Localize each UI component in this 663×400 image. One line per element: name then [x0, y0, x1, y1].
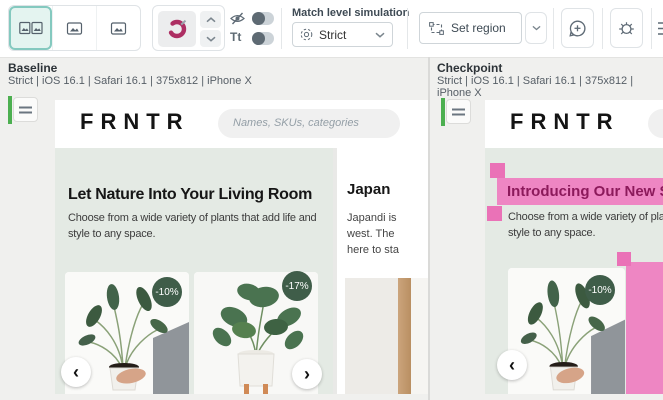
hero-body-line2: style to any space. — [68, 228, 155, 240]
japandi-slide: Japan Japandi is west. The here to sta — [337, 148, 428, 394]
chevron-down-icon — [375, 32, 385, 38]
carousel-prev-arrow: ‹ — [61, 357, 91, 387]
toggle-knob — [252, 12, 265, 25]
comment-add-icon — [568, 19, 587, 38]
region-icon — [429, 22, 444, 35]
text-match-icon: Tt — [230, 30, 247, 44]
checkpoint-screenshot-image: FRNTR Names, SKUs, categories Introducin… — [485, 100, 663, 394]
bug-icon — [617, 20, 636, 37]
checkpoint-title: Checkpoint — [437, 61, 502, 75]
text-match-toggle[interactable] — [252, 32, 274, 45]
view-baseline-button[interactable] — [52, 6, 96, 50]
slide2-line2: west. The — [347, 228, 395, 240]
chevron-down-icon — [206, 36, 216, 42]
diff-marker — [490, 163, 505, 178]
baseline-screenshot-image: FRNTR Names, SKUs, categories Let Nature… — [55, 100, 428, 394]
next-diff-button[interactable] — [200, 30, 221, 47]
toggle-knob — [252, 32, 265, 45]
toolbar-divider — [553, 8, 554, 49]
diff-marker — [487, 206, 502, 221]
baseline-step-button[interactable] — [13, 97, 38, 122]
baseline-title: Baseline — [8, 61, 57, 75]
carousel-prev-arrow: ‹ — [497, 350, 527, 380]
more-tools-icon[interactable] — [658, 21, 663, 36]
chevron-down-icon — [532, 25, 541, 31]
prev-diff-button[interactable] — [200, 11, 221, 28]
diff-region — [626, 262, 663, 394]
diff-highlighted-heading: Introducing Our New Sale — [497, 178, 663, 205]
checkpoint-screenshot[interactable]: FRNTR Names, SKUs, categories Introducin… — [485, 100, 663, 394]
search-input: Names, SKUs, categories — [218, 109, 400, 138]
toolbar-divider — [651, 8, 652, 49]
hamburger-icon — [19, 106, 32, 114]
single-image-icon — [110, 21, 127, 36]
checkpoint-step-button[interactable] — [446, 99, 471, 124]
hero-heading: Let Nature Into Your Living Room — [68, 186, 312, 204]
baseline-step-indicator — [8, 96, 12, 124]
hamburger-icon — [452, 108, 465, 116]
side-by-side-icon — [19, 20, 43, 36]
hero-body-line1: Choose from a wide variety of plants tha… — [508, 211, 663, 223]
diff-marker — [617, 252, 631, 266]
view-both-button[interactable] — [9, 6, 52, 50]
toolbar-divider — [281, 8, 282, 49]
baseline-screenshot[interactable]: FRNTR Names, SKUs, categories Let Nature… — [55, 100, 428, 394]
site-logo: FRNTR — [80, 109, 190, 135]
site-header: FRNTR Names, SKUs, categories — [485, 100, 663, 148]
baseline-meta: Strict | iOS 16.1 | Safari 16.1 | 375x81… — [8, 75, 252, 87]
search-input: Names, SKUs, categories — [648, 109, 663, 138]
hide-diffs-toggle[interactable] — [252, 12, 274, 25]
slide2-heading: Japan — [347, 181, 390, 198]
toolbar-divider — [407, 8, 408, 49]
applitools-logo-icon — [165, 17, 189, 41]
hero-slide: Let Nature Into Your Living Room Choose … — [55, 148, 333, 394]
hero-body-line2: style to any space. — [508, 227, 595, 239]
app-window: Tt Match level simulation Strict Set reg… — [0, 0, 663, 400]
checkpoint-meta: Strict | iOS 16.1 | Safari 16.1 | 375x81… — [437, 75, 663, 99]
toolbar-divider — [602, 8, 603, 49]
set-region-button[interactable]: Set region — [419, 12, 522, 44]
chevron-up-icon — [206, 17, 216, 23]
wood-photo — [345, 278, 428, 394]
slide2-line1: Japandi is — [347, 212, 397, 224]
discount-badge: -17% — [282, 271, 312, 301]
set-region-menu-button[interactable] — [525, 12, 547, 44]
set-region-label: Set region — [451, 21, 506, 35]
match-level-dropdown[interactable]: Strict — [292, 22, 393, 47]
single-image-icon — [66, 21, 83, 36]
panel-divider — [428, 57, 430, 400]
view-mode-group — [8, 5, 141, 51]
site-header: FRNTR Names, SKUs, categories — [55, 100, 428, 148]
diff-nav-group — [152, 5, 225, 51]
match-level-value: Strict — [319, 28, 375, 42]
comparison-workspace: Baseline Strict | iOS 16.1 | Safari 16.1… — [0, 57, 663, 400]
view-checkpoint-button[interactable] — [96, 6, 140, 50]
hide-diffs-icon — [229, 11, 246, 26]
discount-badge: -10% — [585, 275, 615, 305]
site-logo: FRNTR — [510, 109, 620, 135]
hero-slide: Introducing Our New Sale Choose from a w… — [485, 148, 663, 394]
match-level-label: Match level simulation — [292, 7, 409, 19]
report-bug-button[interactable] — [610, 8, 643, 48]
checkpoint-step-indicator — [441, 98, 445, 126]
discount-badge: -10% — [152, 277, 182, 307]
slide2-line3: here to sta — [347, 244, 399, 256]
toolbar: Tt Match level simulation Strict Set reg… — [0, 0, 663, 58]
add-comment-button[interactable] — [561, 8, 594, 48]
match-level-icon — [300, 28, 313, 41]
hero-body-line1: Choose from a wide variety of plants tha… — [68, 212, 316, 224]
carousel-next-arrow: › — [292, 359, 322, 389]
applitools-eyes-button[interactable] — [158, 11, 196, 47]
